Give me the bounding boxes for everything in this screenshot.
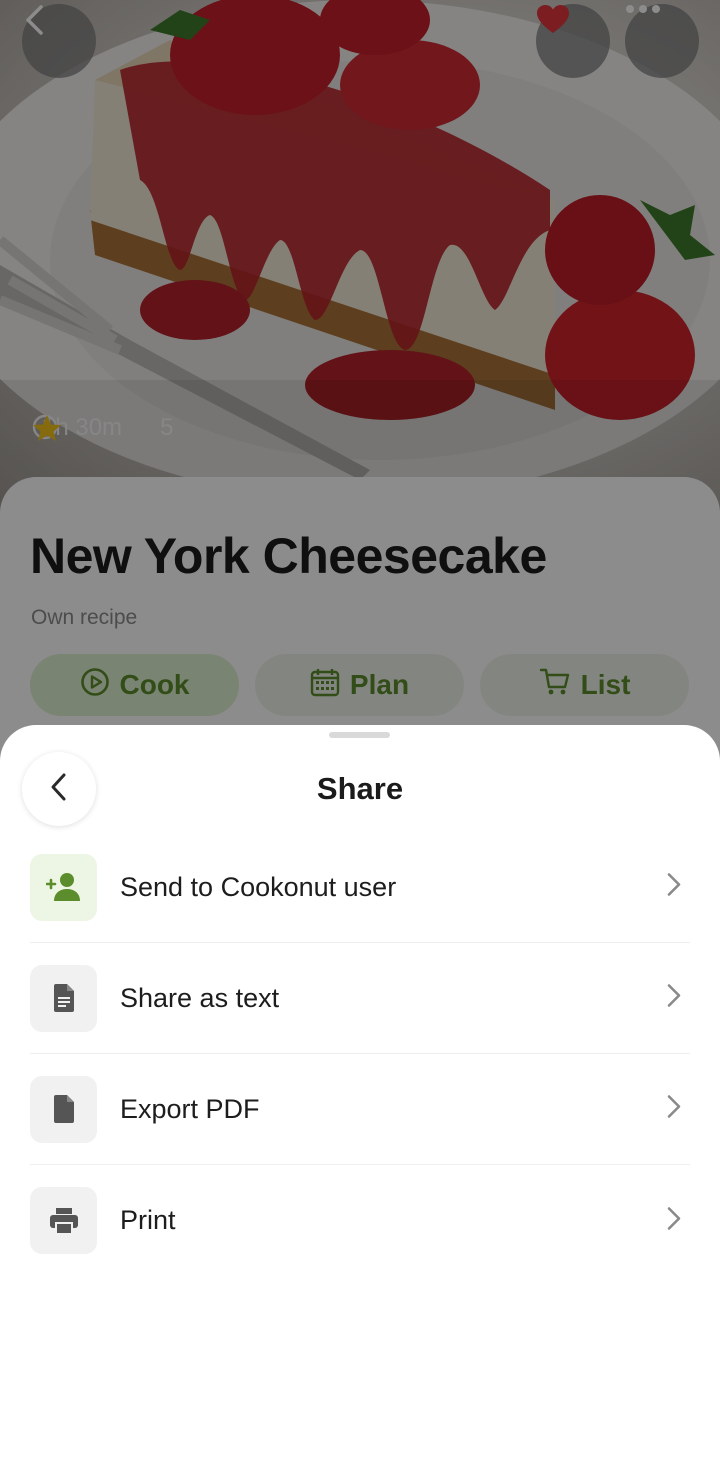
sheet-drag-handle[interactable]: [329, 732, 390, 738]
chevron-right-icon: [666, 872, 682, 903]
share-option-export-pdf[interactable]: Export PDF: [30, 1054, 690, 1165]
share-option-label: Export PDF: [120, 1093, 260, 1124]
share-option-print[interactable]: Print: [30, 1165, 690, 1276]
chevron-right-icon: [666, 1094, 682, 1125]
text-document-icon: [30, 964, 97, 1032]
share-option-label: Share as text: [120, 982, 280, 1013]
chevron-right-icon: [666, 983, 682, 1014]
share-option-text[interactable]: Share as text: [30, 943, 690, 1054]
share-sheet: Share Send to Cookonut user Share as tex…: [0, 725, 720, 1466]
share-option-label: Send to Cookonut user: [120, 871, 397, 902]
share-options-list: Send to Cookonut user Share as text Expo…: [30, 832, 690, 1276]
share-option-send-to-user[interactable]: Send to Cookonut user: [30, 832, 690, 943]
add-user-icon: [30, 853, 97, 921]
sheet-title: Share: [316, 771, 404, 806]
chevron-right-icon: [666, 1205, 682, 1236]
document-icon: [30, 1075, 97, 1143]
printer-icon: [30, 1187, 97, 1254]
share-option-label: Print: [120, 1205, 176, 1235]
